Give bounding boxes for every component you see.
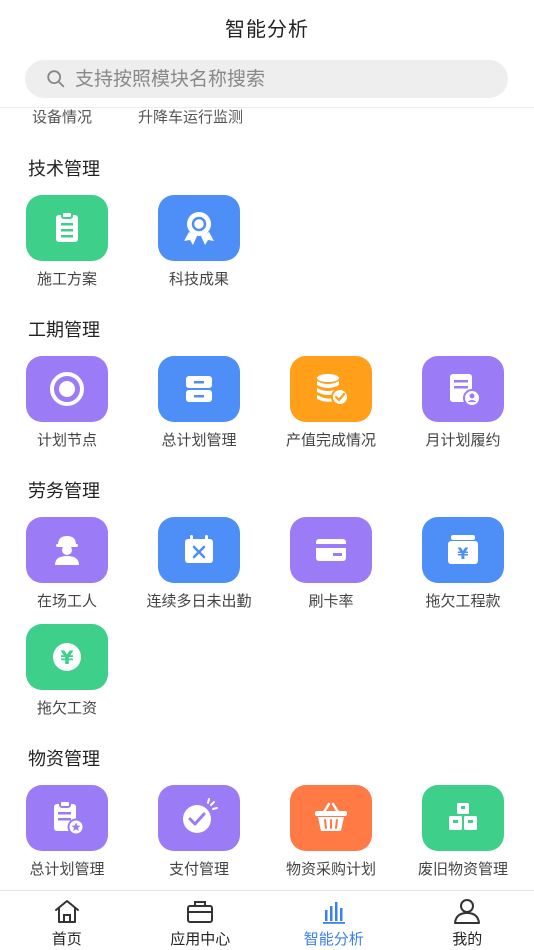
basket-icon — [290, 785, 372, 851]
section-title-tech: 技术管理 — [28, 159, 100, 180]
search-bar[interactable] — [25, 60, 508, 98]
app-item-label: 刷卡率 — [308, 592, 354, 610]
app-item-tech-achievement[interactable]: 科技成果 — [132, 195, 266, 289]
tab-label: 我的 — [452, 930, 483, 948]
app-item-material-master-plan[interactable]: 总计划管理 — [0, 785, 134, 879]
app-item-label: 拖欠工资 — [36, 699, 97, 717]
app-item-onsite-workers[interactable]: 在场工人 — [0, 517, 134, 611]
cabinet-icon — [158, 356, 240, 422]
search-icon — [47, 70, 65, 88]
app-item-payment[interactable]: 支付管理 — [132, 785, 266, 879]
tab-smart-analysis[interactable]: 智能分析 — [267, 891, 401, 950]
boxes-icon — [422, 785, 504, 851]
tab-mine[interactable]: 我的 — [401, 891, 534, 950]
app-item-label: 拖欠工程款 — [425, 592, 501, 610]
card-icon — [290, 517, 372, 583]
app-item-label: 总计划管理 — [161, 431, 237, 449]
worker-icon — [26, 517, 108, 583]
app-item-label: 连续多日未出勤 — [146, 592, 252, 610]
scrolled-item-row: 设备情况 升降车运行监测 — [0, 107, 534, 129]
target-icon — [26, 356, 108, 422]
tab-home[interactable]: 首页 — [0, 891, 134, 950]
app-item-label: 科技成果 — [168, 270, 229, 288]
coins-check-icon — [290, 356, 372, 422]
section-title-materials: 物资管理 — [28, 749, 100, 770]
app-item-absent-days[interactable]: 连续多日未出勤 — [132, 517, 266, 611]
app-item-output-value[interactable]: 产值完成情况 — [264, 356, 398, 450]
medal-icon — [158, 195, 240, 261]
scrolled-item-label[interactable]: 设备情况 — [32, 107, 92, 127]
tab-label: 应用中心 — [170, 930, 231, 948]
home-icon — [54, 900, 79, 923]
app-item-label: 在场工人 — [36, 592, 97, 610]
document-user-icon — [422, 356, 504, 422]
app-item-unpaid-project[interactable]: ¥ 拖欠工程款 — [396, 517, 530, 611]
clipboard-star-icon — [26, 785, 108, 851]
user-icon — [454, 899, 481, 924]
app-item-label: 物资采购计划 — [285, 860, 376, 878]
app-item-monthly-plan[interactable]: 月计划履约 — [396, 356, 530, 450]
bar-chart-icon — [322, 902, 345, 924]
search-input[interactable] — [75, 68, 475, 90]
scrolled-item-label[interactable]: 升降车运行监测 — [138, 107, 243, 127]
app-item-scrap-materials[interactable]: 废旧物资管理 — [396, 785, 530, 879]
page-header: 智能分析 — [0, 0, 534, 54]
section-title-schedule: 工期管理 — [28, 320, 100, 341]
app-item-label: 支付管理 — [168, 860, 229, 878]
app-item-master-plan[interactable]: 总计划管理 — [132, 356, 266, 450]
app-item-unpaid-wages[interactable]: ¥ 拖欠工资 — [0, 624, 134, 718]
app-item-construction-plan[interactable]: 施工方案 — [0, 195, 134, 289]
svg-text:¥: ¥ — [60, 647, 73, 669]
app-item-label: 产值完成情况 — [285, 431, 376, 449]
app-item-label: 废旧物资管理 — [417, 860, 508, 878]
app-item-material-purchase[interactable]: 物资采购计划 — [264, 785, 398, 879]
app-item-label: 计划节点 — [36, 431, 97, 449]
app-item-plan-node[interactable]: 计划节点 — [0, 356, 134, 450]
section-title-labor: 劳务管理 — [28, 481, 100, 502]
app-item-card-rate[interactable]: 刷卡率 — [264, 517, 398, 611]
svg-text:¥: ¥ — [457, 544, 468, 563]
check-circle-icon — [158, 785, 240, 851]
tab-label: 智能分析 — [303, 930, 364, 948]
tab-label: 首页 — [51, 930, 82, 948]
page-title: 智能分析 — [225, 16, 309, 41]
tab-app-center[interactable]: 应用中心 — [134, 891, 268, 950]
yuan-coin-icon: ¥ — [26, 624, 108, 690]
bottom-tab-bar: 首页 应用中心 智能分析 我的 — [0, 890, 534, 950]
briefcase-icon — [187, 901, 214, 923]
clipboard-icon — [26, 195, 108, 261]
calendar-x-icon — [158, 517, 240, 583]
app-item-label: 总计划管理 — [29, 860, 105, 878]
app-item-label: 施工方案 — [36, 270, 97, 288]
money-box-icon: ¥ — [422, 517, 504, 583]
app-item-label: 月计划履约 — [425, 431, 501, 449]
